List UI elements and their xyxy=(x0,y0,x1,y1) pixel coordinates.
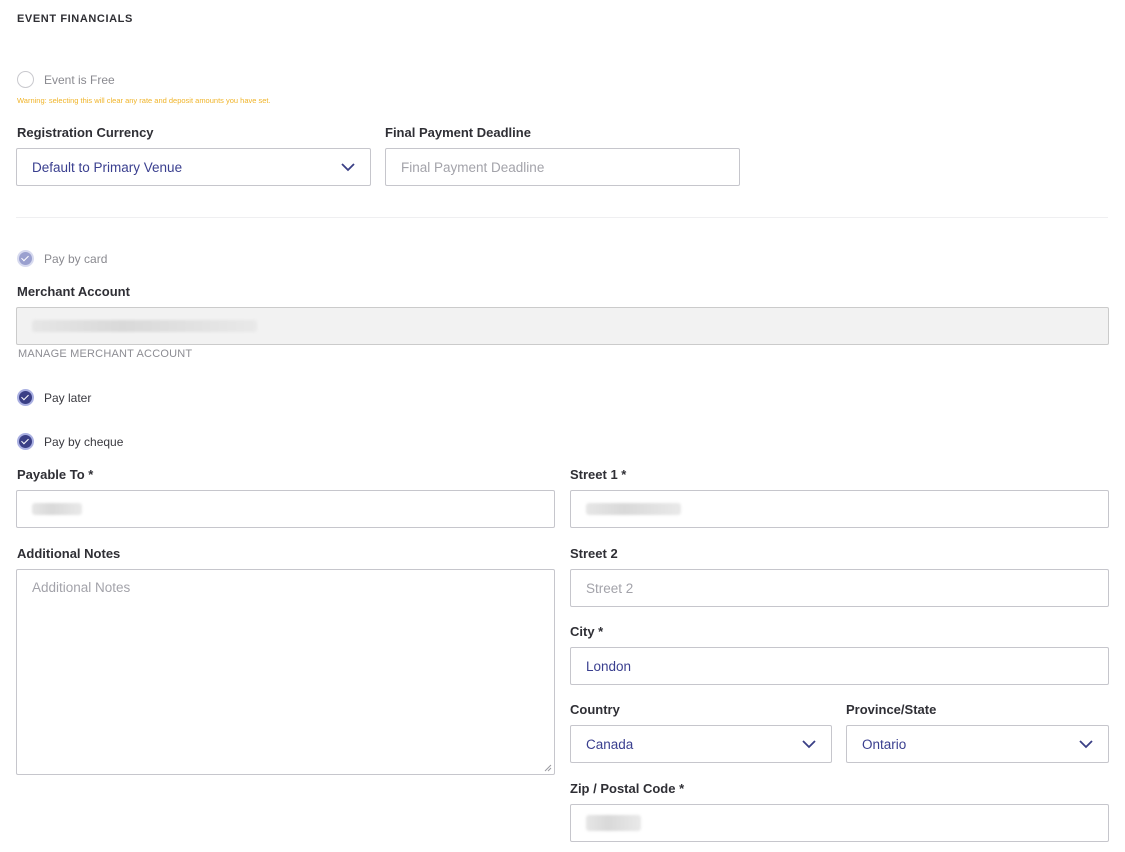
event-free-radio[interactable] xyxy=(17,71,34,88)
pay-by-cheque-option[interactable]: Pay by cheque xyxy=(17,433,123,450)
event-free-label: Event is Free xyxy=(44,72,115,87)
section-divider xyxy=(16,217,1108,218)
zip-redacted xyxy=(586,815,641,831)
final-payment-deadline-input[interactable]: Final Payment Deadline xyxy=(385,148,740,186)
province-value: Ontario xyxy=(862,736,907,752)
additional-notes-label: Additional Notes xyxy=(17,546,121,561)
pay-by-card-label: Pay by card xyxy=(44,251,108,266)
registration-currency-value: Default to Primary Venue xyxy=(32,159,183,175)
resize-handle-icon[interactable] xyxy=(544,764,552,772)
merchant-account-label: Merchant Account xyxy=(17,284,130,299)
city-label: City * xyxy=(570,624,604,639)
street2-input[interactable]: Street 2 xyxy=(570,569,1109,607)
country-select[interactable]: Canada xyxy=(570,725,832,763)
pay-later-check-icon[interactable] xyxy=(17,389,34,406)
section-title: EVENT FINANCIALS xyxy=(17,13,133,25)
street1-redacted xyxy=(586,503,681,515)
registration-currency-select[interactable]: Default to Primary Venue xyxy=(16,148,371,186)
chevron-down-icon xyxy=(1079,740,1093,749)
chevron-down-icon xyxy=(341,163,355,172)
zip-input[interactable] xyxy=(570,804,1109,842)
street1-input[interactable] xyxy=(570,490,1109,528)
street1-label: Street 1 * xyxy=(570,467,627,482)
payable-to-label: Payable To * xyxy=(17,467,94,482)
city-input[interactable]: London xyxy=(570,647,1109,685)
chevron-down-icon xyxy=(802,740,816,749)
final-payment-deadline-label: Final Payment Deadline xyxy=(385,125,531,140)
additional-notes-placeholder: Additional Notes xyxy=(32,580,131,595)
city-value: London xyxy=(586,658,632,674)
province-label: Province/State xyxy=(846,702,937,717)
country-value: Canada xyxy=(586,736,634,752)
province-select[interactable]: Ontario xyxy=(846,725,1109,763)
pay-later-label: Pay later xyxy=(44,390,92,405)
zip-label: Zip / Postal Code * xyxy=(570,781,685,796)
pay-by-card-check-icon[interactable] xyxy=(17,250,34,267)
merchant-account-field xyxy=(16,307,1109,345)
country-label: Country xyxy=(570,702,620,717)
payable-to-input[interactable] xyxy=(16,490,555,528)
street2-label: Street 2 xyxy=(570,546,618,561)
merchant-account-redacted xyxy=(32,320,257,332)
registration-currency-label: Registration Currency xyxy=(17,125,154,140)
street2-placeholder: Street 2 xyxy=(586,580,634,596)
pay-by-cheque-label: Pay by cheque xyxy=(44,434,124,449)
additional-notes-textarea[interactable]: Additional Notes xyxy=(16,569,555,775)
final-payment-deadline-placeholder: Final Payment Deadline xyxy=(401,159,545,175)
manage-merchant-account-link[interactable]: MANAGE MERCHANT ACCOUNT xyxy=(18,348,192,360)
pay-by-cheque-check-icon[interactable] xyxy=(17,433,34,450)
event-free-warning: Warning: selecting this will clear any r… xyxy=(17,96,271,105)
event-free-option[interactable]: Event is Free xyxy=(17,71,115,88)
pay-later-option[interactable]: Pay later xyxy=(17,389,91,406)
payable-to-redacted xyxy=(32,503,82,515)
pay-by-card-option[interactable]: Pay by card xyxy=(17,250,107,267)
